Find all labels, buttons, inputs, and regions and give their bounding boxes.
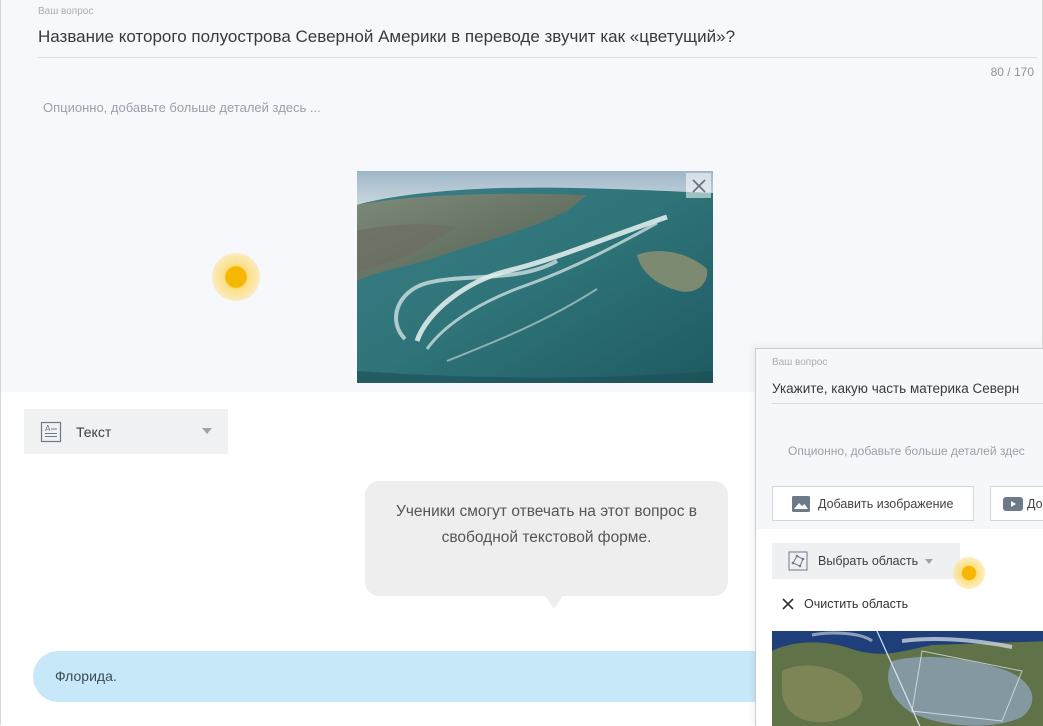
close-icon <box>782 598 794 610</box>
cursor-highlight <box>212 253 260 301</box>
answer-field[interactable]: Флорида. <box>33 651 793 702</box>
cursor-highlight <box>953 557 985 589</box>
question-details-input[interactable]: Опционно, добавьте больше деталей здесь … <box>43 100 321 115</box>
north-america-map-image <box>772 631 1043 726</box>
answer-type-select[interactable]: A Текст <box>24 409 228 454</box>
add-image-button[interactable]: Добавить изображение <box>772 486 974 521</box>
close-icon <box>691 178 706 193</box>
panel-question-card: Ваш вопрос Укажите, какую часть материка… <box>756 349 1043 529</box>
panel-details-input[interactable]: Опционно, добавьте больше деталей здес <box>788 444 1025 458</box>
select-area-button[interactable]: Выбрать область <box>772 543 960 579</box>
answer-type-label: Текст <box>76 423 112 440</box>
question-label: Ваш вопрос <box>38 6 94 17</box>
overlay-question-panel: Ваш вопрос Укажите, какую часть материка… <box>755 348 1043 726</box>
panel-question-label: Ваш вопрос <box>772 357 828 368</box>
select-area-label: Выбрать область <box>818 554 919 568</box>
clear-area-button[interactable]: Очистить область <box>782 597 908 611</box>
chevron-down-icon <box>202 428 212 434</box>
image-icon <box>792 495 810 512</box>
answer-value: Флорида. <box>55 668 117 684</box>
chevron-down-icon <box>925 558 934 564</box>
panel-title-underline <box>772 403 1043 404</box>
add-image-label: Добавить изображение <box>818 496 954 511</box>
answer-type-tooltip: Ученики смогут отвечать на этот вопрос в… <box>365 481 728 596</box>
add-video-label: До <box>1027 496 1043 511</box>
tooltip-tail <box>545 596 563 609</box>
character-counter: 80 / 170 <box>990 65 1034 79</box>
text-doc-icon: A <box>40 421 62 442</box>
tooltip-text: Ученики смогут отвечать на этот вопрос в… <box>396 503 697 546</box>
question-title-input[interactable]: Название которого полуострова Северной А… <box>38 27 735 47</box>
remove-image-button[interactable] <box>686 173 711 198</box>
panel-question-title-input[interactable]: Укажите, какую часть материка Северн <box>772 381 1019 396</box>
question-title-underline <box>38 57 1037 58</box>
svg-text:A: A <box>45 424 51 433</box>
add-video-button[interactable]: До <box>990 486 1043 521</box>
video-icon <box>1003 496 1023 511</box>
polygon-select-icon <box>788 551 808 571</box>
clear-area-label: Очистить область <box>804 597 909 611</box>
question-image <box>357 171 713 383</box>
